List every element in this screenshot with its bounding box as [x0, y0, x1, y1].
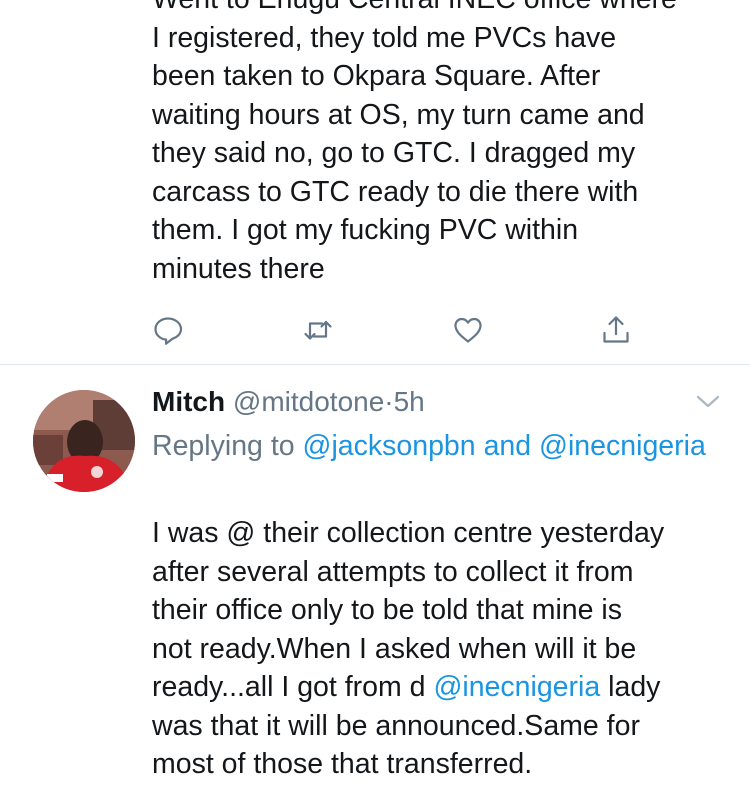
user-handle[interactable]: @mitdotone	[233, 386, 384, 417]
tweet-divider	[0, 364, 750, 365]
avatar[interactable]	[33, 390, 135, 492]
like-button[interactable]	[446, 308, 490, 352]
replying-and[interactable]: and	[484, 430, 532, 462]
tweet-actions	[0, 308, 750, 352]
reply-button[interactable]	[146, 308, 190, 352]
mention-link[interactable]: @jacksonpbn	[303, 430, 476, 462]
replying-prefix: Replying to	[152, 430, 295, 462]
separator-dot: ·	[384, 386, 394, 417]
tweet-text: I was @ their collection centre yesterda…	[152, 514, 742, 784]
chevron-down-icon	[696, 395, 720, 408]
replying-to: Replying to @jacksonpbn and @inecnigeria	[152, 425, 712, 467]
display-name[interactable]: Mitch	[152, 386, 225, 417]
tweet-menu-button[interactable]	[692, 388, 724, 416]
retweet-icon	[304, 320, 332, 340]
timestamp[interactable]: 5h	[394, 386, 425, 417]
like-icon	[454, 317, 482, 343]
retweet-button[interactable]	[296, 308, 340, 352]
tweet-header: Mitch @mitdotone·5h	[152, 382, 425, 422]
share-icon	[603, 316, 629, 343]
share-button[interactable]	[594, 308, 638, 352]
mention-link[interactable]: @inecnigeria	[433, 671, 600, 703]
mention-link[interactable]: @inecnigeria	[539, 430, 706, 462]
tweet-text: Went to Enugu Central INEC office where …	[152, 0, 677, 285]
reply-icon	[154, 317, 183, 345]
